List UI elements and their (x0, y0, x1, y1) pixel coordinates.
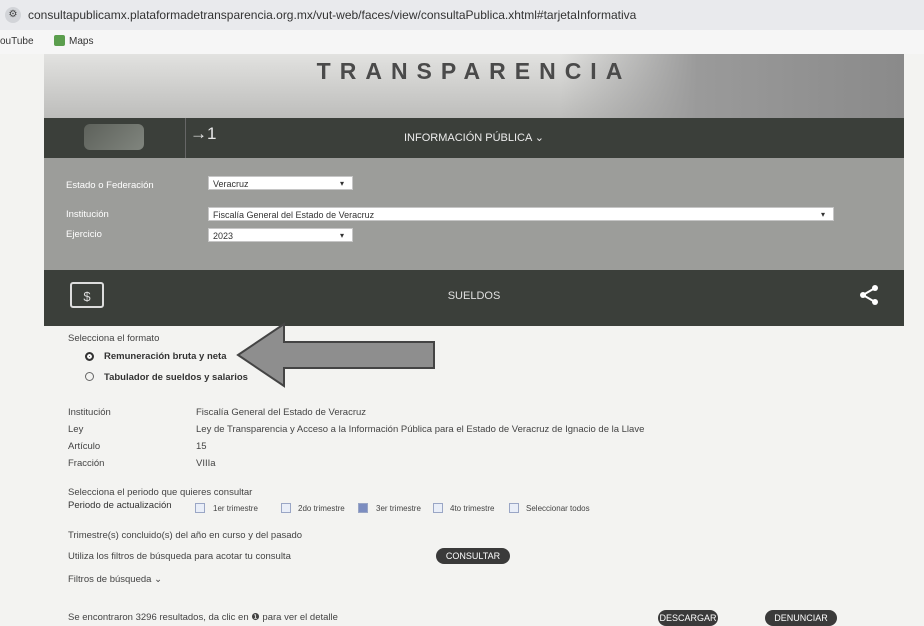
checkbox-4to-trimestre[interactable] (433, 503, 443, 513)
radio-tabulador[interactable] (85, 372, 94, 381)
checkbox-1er-trimestre[interactable] (195, 503, 205, 513)
radio-tabulador-label[interactable]: Tabulador de sueldos y salarios (104, 372, 248, 383)
info-ley-value: Ley de Transparencia y Acceso a la Infor… (196, 424, 645, 435)
consultar-button[interactable]: CONSULTAR (436, 548, 510, 564)
info-articulo-value: 15 (196, 441, 207, 452)
share-icon[interactable] (858, 284, 880, 306)
checkbox-3er-trimestre-label[interactable]: 3er trimestre (376, 504, 421, 513)
info-ley-label: Ley (68, 424, 84, 435)
chevron-down-icon: ▾ (820, 210, 825, 219)
page-title: TRANSPARENCIA (316, 58, 632, 84)
ejercicio-select[interactable]: 2023 ▾ (208, 228, 353, 242)
periodo-label: Periodo de actualización (68, 500, 172, 511)
chevron-down-icon: ▾ (339, 179, 344, 188)
formato-label: Selecciona el formato (68, 333, 160, 344)
checkbox-1er-trimestre-label[interactable]: 1er trimestre (213, 504, 258, 513)
institucion-label: Institución (66, 209, 109, 220)
maps-icon[interactable] (54, 35, 65, 46)
checkbox-seleccionar-todos[interactable] (509, 503, 519, 513)
checkbox-4to-trimestre-label[interactable]: 4to trimestre (450, 504, 494, 513)
site-info-icon[interactable]: ⚙ (5, 7, 21, 23)
url-text[interactable]: consultapublicamx.plataformadetransparen… (28, 8, 636, 22)
bookmarks-bar (0, 30, 924, 54)
descargar-button[interactable]: DESCARGAR (658, 610, 718, 626)
checkbox-seleccionar-todos-label[interactable]: Seleccionar todos (526, 504, 590, 513)
info-institucion-value: Fiscalía General del Estado de Veracruz (196, 407, 367, 418)
search-hint: Utiliza los filtros de búsqueda para aco… (68, 551, 291, 562)
checkbox-2do-trimestre-label[interactable]: 2do trimestre (298, 504, 345, 513)
annotation-arrow (236, 322, 435, 388)
bookmark-youtube[interactable]: ouTube (0, 36, 34, 47)
periodo-prompt: Selecciona el periodo que quieres consul… (68, 487, 253, 498)
estado-value: Veracruz (213, 179, 249, 189)
ejercicio-label: Ejercicio (66, 229, 102, 240)
info-fraccion-label: Fracción (68, 458, 105, 469)
radio-remuneracion-label[interactable]: Remuneración bruta y neta (104, 351, 226, 362)
estado-label: Estado o Federación (66, 180, 154, 191)
filtros-busqueda-toggle[interactable]: Filtros de búsqueda ⌄ (68, 574, 162, 585)
chevron-down-icon: ▾ (339, 231, 344, 240)
ejercicio-value: 2023 (213, 231, 234, 241)
section-title: SUELDOS (447, 290, 501, 302)
info-fraccion-value: VIIIa (196, 458, 216, 469)
periodo-note: Trimestre(s) concluido(s) del año en cur… (68, 530, 303, 541)
denunciar-button[interactable]: DENUNCIAR (765, 610, 837, 626)
estado-select[interactable]: Veracruz ▾ (208, 176, 353, 190)
info-articulo-label: Artículo (68, 441, 101, 452)
informacion-publica-menu[interactable]: INFORMACIÓN PÚBLICA ⌄ (44, 131, 904, 144)
radio-remuneracion[interactable] (85, 352, 94, 361)
bookmark-maps[interactable]: Maps (69, 36, 93, 47)
info-institucion-label: Institución (68, 407, 111, 418)
institucion-select[interactable]: Fiscalía General del Estado de Veracruz ▾ (208, 207, 834, 221)
institucion-value: Fiscalía General del Estado de Veracruz (213, 210, 375, 220)
results-summary: Se encontraron 3296 resultados, da clic … (68, 612, 338, 623)
checkbox-2do-trimestre[interactable] (281, 503, 291, 513)
checkbox-3er-trimestre[interactable] (358, 503, 368, 513)
